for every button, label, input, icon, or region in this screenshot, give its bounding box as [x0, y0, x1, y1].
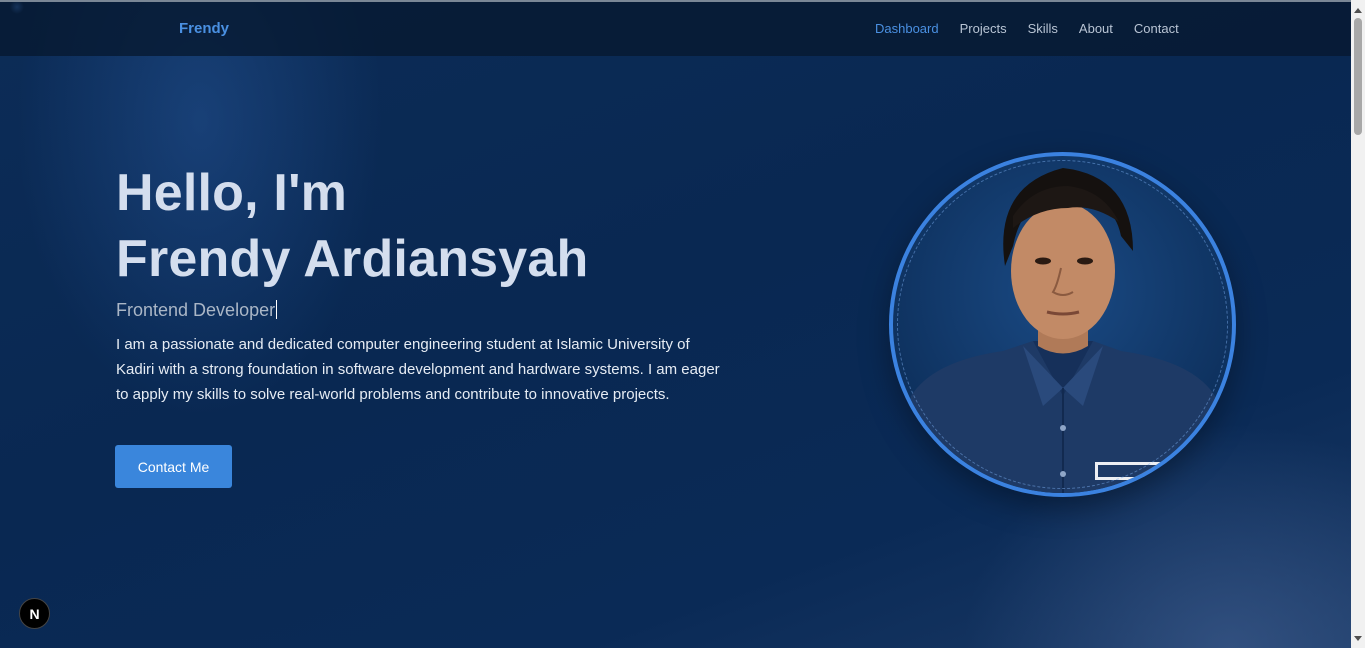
scroll-up-arrow-icon[interactable]	[1354, 8, 1362, 13]
vertical-scrollbar[interactable]	[1351, 0, 1365, 648]
page-background: Frendy Dashboard Projects Skills About C…	[0, 0, 1351, 648]
hero-role-text: Frontend Developer	[116, 300, 276, 320]
nav-link-dashboard[interactable]: Dashboard	[875, 21, 939, 36]
hero-role: Frontend Developer	[116, 300, 278, 321]
window-top-border	[0, 0, 1365, 2]
hero-heading: Hello, I'm Frendy Ardiansyah	[116, 160, 589, 292]
navbar: Frendy Dashboard Projects Skills About C…	[0, 2, 1351, 56]
typing-caret	[276, 300, 278, 319]
profile-photo	[889, 152, 1236, 497]
hero-greeting: Hello, I'm	[116, 164, 348, 222]
hero-bio: I am a passionate and dedicated computer…	[116, 336, 720, 403]
nextjs-dev-indicator[interactable]: N	[19, 598, 50, 629]
scrollbar-thumb[interactable]	[1354, 18, 1362, 135]
photo-ring	[897, 160, 1228, 489]
nav-links: Dashboard Projects Skills About Contact	[875, 21, 1179, 36]
nav-link-contact[interactable]: Contact	[1134, 21, 1179, 36]
nav-link-about[interactable]: About	[1079, 21, 1113, 36]
hero-name: Frendy Ardiansyah	[116, 230, 589, 288]
contact-me-button[interactable]: Contact Me	[115, 445, 232, 488]
nav-link-skills[interactable]: Skills	[1028, 21, 1058, 36]
brand-logo[interactable]: Frendy	[179, 20, 229, 37]
nav-link-projects[interactable]: Projects	[960, 21, 1007, 36]
scroll-down-arrow-icon[interactable]	[1354, 636, 1362, 641]
